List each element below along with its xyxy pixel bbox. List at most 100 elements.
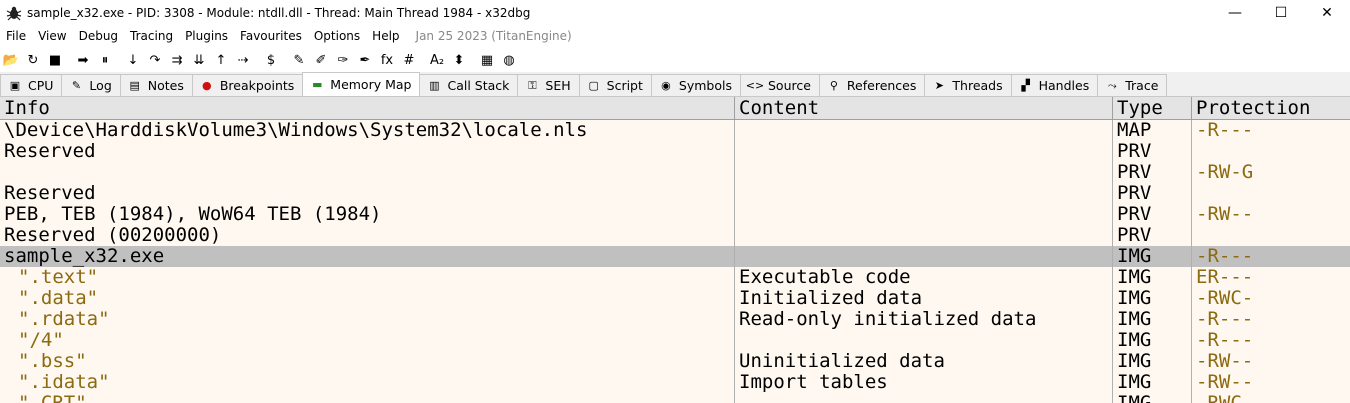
attach-icon[interactable]: ⬍: [449, 50, 469, 70]
tab-seh[interactable]: ⚿ SEH: [517, 74, 580, 96]
cell-protection: -RW--: [1196, 204, 1254, 225]
run-icon[interactable]: ➡: [73, 50, 93, 70]
tab-label: References: [846, 78, 917, 93]
column-header-type[interactable]: Type: [1113, 97, 1192, 119]
menu-debug[interactable]: Debug: [73, 26, 124, 46]
tab-notes[interactable]: ▤ Notes: [119, 74, 193, 96]
menu-bar: File View Debug Tracing Plugins Favourit…: [0, 26, 1350, 46]
column-header-content[interactable]: Content: [735, 97, 1113, 119]
column-header-info[interactable]: Info: [0, 97, 735, 119]
menu-view[interactable]: View: [32, 26, 72, 46]
cell-type: IMG: [1113, 393, 1192, 403]
cell-info: ".CRT": [0, 393, 735, 403]
cell-content: [735, 225, 1113, 246]
tab-label: Script: [606, 78, 643, 93]
cell-info: ".idata": [0, 372, 735, 393]
cell-protection: -RW--: [1196, 351, 1254, 372]
table-row[interactable]: \Device\HarddiskVolume3\Windows\System32…: [0, 120, 1350, 141]
menu-tracing[interactable]: Tracing: [124, 26, 179, 46]
cell-content: [735, 141, 1113, 162]
cell-protection: -R---: [1196, 246, 1254, 267]
tab-memory-map[interactable]: ▬ Memory Map: [302, 72, 421, 96]
tab-call-stack[interactable]: ▥ Call Stack: [419, 74, 519, 96]
table-row[interactable]: ".idata" Import tables IMG -RW--: [0, 372, 1350, 393]
table-row[interactable]: ".CRT" IMG-RWC-: [0, 393, 1350, 403]
cell-info: ".text": [0, 267, 735, 288]
function-icon[interactable]: fx: [377, 50, 397, 70]
cell-info: ".rdata": [0, 309, 735, 330]
table-row[interactable]: Reserved PRV: [0, 183, 1350, 204]
cell-protection: -R---: [1196, 330, 1254, 351]
tab-label: Log: [89, 78, 112, 93]
table-row[interactable]: PEB, TEB (1984), WoW64 TEB (1984) PRV -RW-…: [0, 204, 1350, 225]
column-header-protection[interactable]: Protection: [1192, 97, 1350, 119]
cell-content: [735, 120, 1113, 141]
tab-threads[interactable]: ➤ Threads: [924, 74, 1012, 96]
step-into-icon[interactable]: ↓: [123, 50, 143, 70]
run-to-user-code-icon[interactable]: ⇢: [233, 50, 253, 70]
open-icon[interactable]: 📂: [1, 50, 21, 70]
calculator-icon[interactable]: ▦: [477, 50, 497, 70]
menu-plugins[interactable]: Plugins: [179, 26, 234, 46]
script-icon[interactable]: $: [261, 50, 281, 70]
pause-icon[interactable]: ⏸: [95, 50, 115, 70]
menu-file[interactable]: File: [0, 26, 32, 46]
tab-label: SEH: [545, 78, 571, 93]
trace-icon: ⤳: [1107, 78, 1117, 92]
comments-icon[interactable]: ✐: [311, 50, 331, 70]
cell-type: PRV: [1113, 162, 1192, 183]
menu-help[interactable]: Help: [366, 26, 405, 46]
tab-references[interactable]: ⚲ References: [818, 74, 926, 96]
memory-map-grid[interactable]: Info Content Type Protection \Device\Har…: [0, 97, 1350, 403]
toolbar: 📂 ↻ ■ ➡ ⏸ ↓ ↷ ⇉ ⇊ ↑ ⇢ $ ✎ ✐ ✑ ✒ fx # A₂ ⬍ ▦ ◍: [0, 48, 1350, 72]
build-date: Jan 25 2023 (TitanEngine): [415, 29, 572, 43]
table-row[interactable]: ".bss" Uninitialized data IMG -RW--: [0, 351, 1350, 372]
table-row[interactable]: PRV -RW-G: [0, 162, 1350, 183]
tab-cpu[interactable]: ▣ CPU: [0, 74, 63, 96]
cell-content: Import tables: [735, 372, 1113, 393]
cell-type: IMG: [1113, 330, 1192, 351]
globe-icon[interactable]: ◍: [499, 50, 519, 70]
labels-icon[interactable]: ✑: [333, 50, 353, 70]
restart-icon[interactable]: ↻: [23, 50, 43, 70]
tab-source[interactable]: <> Source: [739, 74, 820, 96]
table-row[interactable]: ".data" Initialized data IMG -RWC-: [0, 288, 1350, 309]
tab-trace[interactable]: ⤳ Trace: [1097, 74, 1168, 96]
table-row[interactable]: sample_x32.exe IMG -R---: [0, 246, 1350, 267]
maximize-button[interactable]: ☐: [1258, 0, 1304, 26]
trace-into-icon[interactable]: ⇉: [167, 50, 187, 70]
menu-options[interactable]: Options: [308, 26, 366, 46]
cell-info: Reserved: [0, 183, 735, 204]
stop-icon[interactable]: ■: [45, 50, 65, 70]
tab-log[interactable]: ✎ Log: [61, 74, 121, 96]
bookmarks-icon[interactable]: ✒: [355, 50, 375, 70]
cpu-icon: ▣: [9, 79, 21, 92]
minimize-button[interactable]: —: [1212, 0, 1258, 26]
menu-favourites[interactable]: Favourites: [234, 26, 308, 46]
patch-icon[interactable]: ✎: [289, 50, 309, 70]
notes-icon: ▤: [129, 79, 140, 92]
close-button[interactable]: ✕: [1304, 0, 1350, 26]
tab-handles[interactable]: ▞ Handles: [1010, 74, 1099, 96]
table-row[interactable]: "/4" IMG -R---: [0, 330, 1350, 351]
step-over-icon[interactable]: ↷: [145, 50, 165, 70]
table-row[interactable]: ".text" Executable code IMG ER---: [0, 267, 1350, 288]
tab-label: Symbols: [678, 78, 732, 93]
execute-till-return-icon[interactable]: ↑: [211, 50, 231, 70]
tab-script[interactable]: ▢ Script: [578, 74, 652, 96]
cell-type: IMG: [1113, 351, 1192, 372]
cell-type: IMG: [1113, 267, 1192, 288]
font-icon[interactable]: A₂: [427, 50, 447, 70]
cell-content: Uninitialized data: [735, 351, 1113, 372]
tab-symbols[interactable]: ◉ Symbols: [650, 74, 741, 96]
tab-breakpoints[interactable]: ● Breakpoints: [191, 74, 304, 96]
cell-protection: -RW-G: [1196, 162, 1254, 183]
table-row[interactable]: Reserved PRV: [0, 141, 1350, 162]
hash-icon[interactable]: #: [399, 50, 419, 70]
trace-over-icon[interactable]: ⇊: [189, 50, 209, 70]
table-row[interactable]: ".rdata" Read-only initialized data IMG -R-…: [0, 309, 1350, 330]
cell-content: Initialized data: [735, 288, 1113, 309]
table-row[interactable]: Reserved (00200000) PRV: [0, 225, 1350, 246]
tab-label: CPU: [28, 78, 54, 93]
cell-protection: [1192, 225, 1350, 246]
